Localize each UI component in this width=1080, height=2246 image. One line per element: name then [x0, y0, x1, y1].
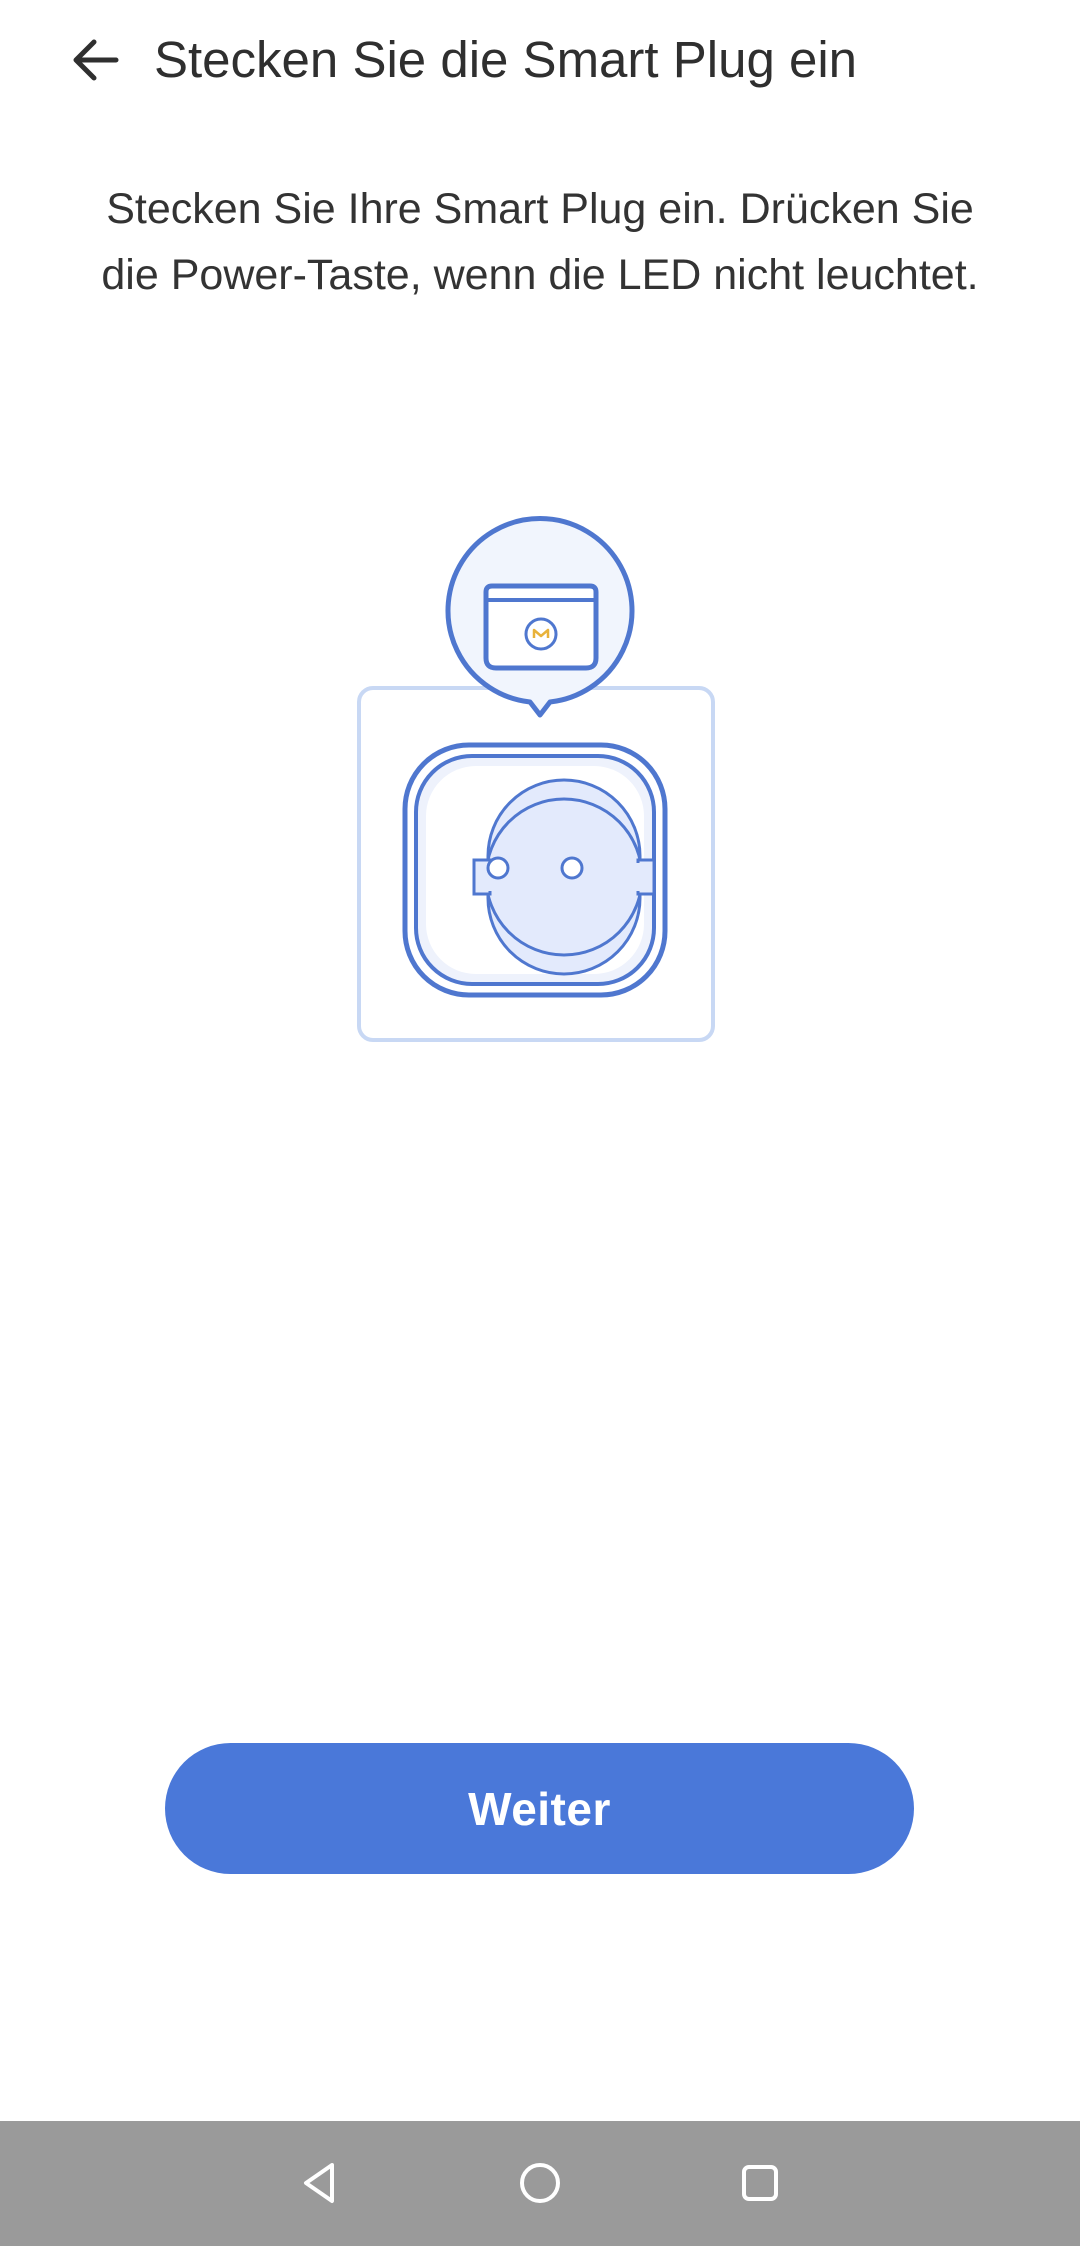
system-nav-bar [0, 2121, 1080, 2246]
instruction-text: Stecken Sie Ihre Smart Plug ein. Drücken… [101, 185, 979, 299]
circle-home-icon [520, 2163, 560, 2203]
triangle-back-icon [304, 2163, 334, 2203]
square-recents-icon [742, 2165, 778, 2201]
smart-plug-illustration [350, 510, 730, 1050]
nav-home-button[interactable] [500, 2143, 580, 2223]
nav-recents-button[interactable] [720, 2143, 800, 2223]
arrow-left-icon [73, 39, 119, 81]
socket-hole-right [560, 856, 584, 880]
app-bar: Stecken Sie die Smart Plug ein [0, 0, 1080, 120]
back-button[interactable] [56, 22, 136, 98]
socket-hole-left [486, 856, 510, 880]
led-indicator [524, 617, 558, 651]
next-button[interactable]: Weiter [165, 1743, 914, 1874]
page-title: Stecken Sie die Smart Plug ein [154, 31, 858, 88]
nav-back-button[interactable] [280, 2143, 360, 2223]
